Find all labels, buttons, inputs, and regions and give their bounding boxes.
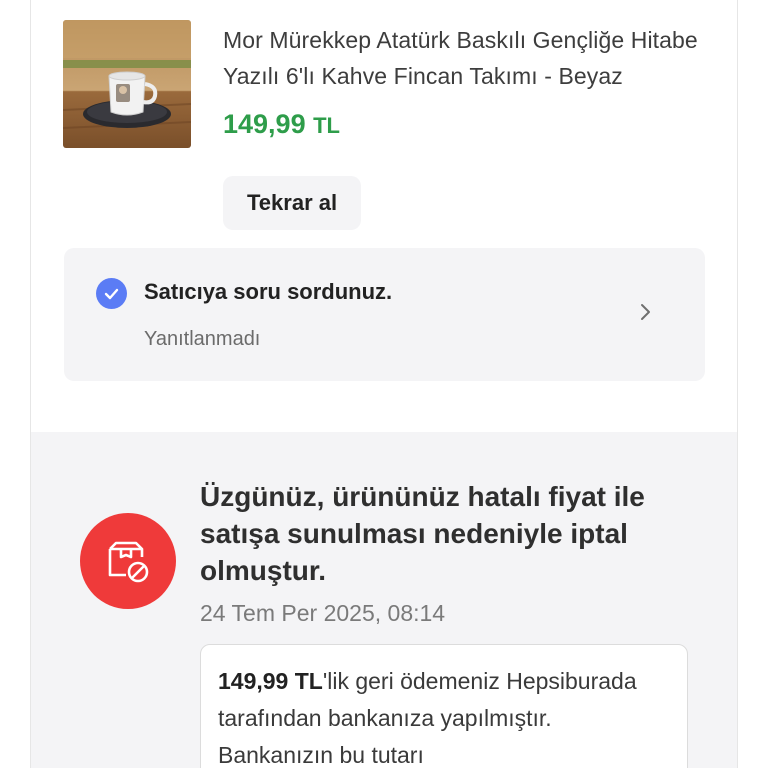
cancellation-date: 24 Tem Per 2025, 08:14 — [200, 600, 446, 626]
question-status: Yanıtlanmadı — [144, 328, 261, 350]
frame-right-border — [737, 0, 738, 768]
box-cancel-icon — [80, 513, 176, 609]
price-currency: TL — [313, 113, 340, 138]
reorder-button[interactable]: Tekrar al — [223, 176, 362, 230]
question-title: Satıcıya soru sordunuz. — [144, 279, 393, 304]
refund-info-box: 149,99 TL'lik geri ödemeniz Hepsiburada … — [200, 644, 688, 768]
product-title[interactable]: Mor Mürekkep Atatürk Baskılı Gençliğe Hi… — [223, 22, 723, 94]
product-price: 149,99 TL — [223, 109, 340, 140]
product-image[interactable] — [63, 20, 191, 148]
cancellation-title: Üzgünüz, ürününüz hatalı fiyat ile satış… — [200, 481, 645, 586]
seller-question-row[interactable]: Satıcıya soru sordunuz. Yanıtlanmadı — [64, 248, 705, 381]
chevron-right-icon — [636, 300, 656, 324]
cancellation-section: Üzgünüz, ürününüz hatalı fiyat ile satış… — [31, 432, 737, 768]
check-circle-icon — [96, 278, 127, 309]
price-amount: 149,99 — [223, 109, 306, 139]
refund-amount: 149,99 TL — [218, 668, 323, 694]
order-item-card: Mor Mürekkep Atatürk Baskılı Gençliğe Hi… — [31, 0, 737, 432]
